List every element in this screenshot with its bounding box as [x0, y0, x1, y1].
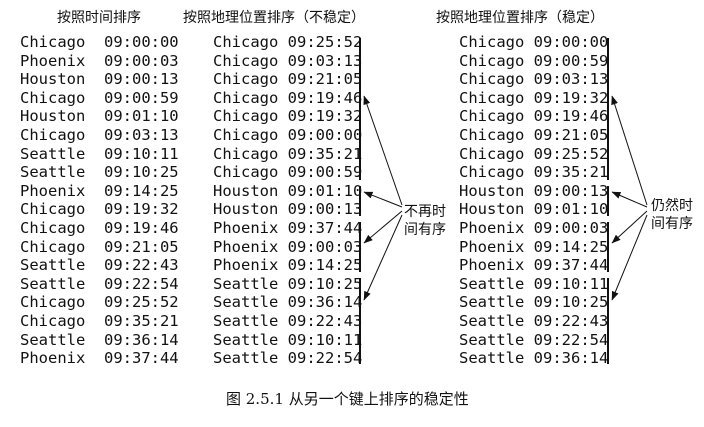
- note-unstable-line2: 间有序: [404, 222, 446, 238]
- note-unstable-line1: 不再时: [404, 204, 446, 220]
- stable-arrow-chicago: [611, 95, 648, 206]
- note-stable-line1: 仍然时: [651, 198, 693, 214]
- stable-arrow-houston: [611, 191, 648, 208]
- figure: 按照时间排序 按照地理位置排序（不稳定） 按照地理位置排序（稳定） Chicag…: [0, 0, 704, 427]
- note-unstable: 不再时 间有序: [404, 203, 446, 239]
- unstable-arrow-seattle: [363, 214, 403, 301]
- figure-caption: 图 2.5.1 从另一个键上排序的稳定性: [226, 390, 469, 408]
- unstable-arrow-chicago: [363, 95, 403, 206]
- bracket-and-arrow-layer: [359, 38, 648, 364]
- unstable-arrow-houston: [363, 191, 403, 208]
- note-stable: 仍然时 间有序: [651, 197, 693, 233]
- stable-arrow-seattle: [611, 214, 648, 301]
- note-stable-line2: 间有序: [651, 216, 693, 232]
